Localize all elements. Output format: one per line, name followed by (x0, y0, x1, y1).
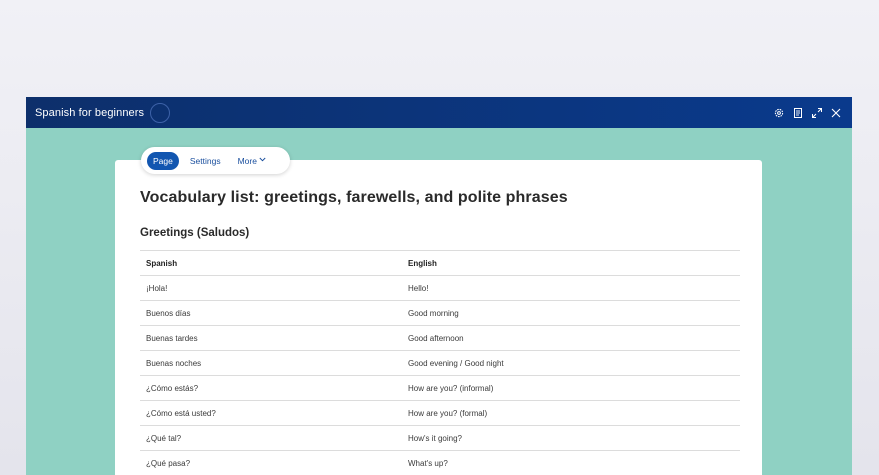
loading-spinner-icon (150, 102, 171, 123)
english-cell: How are you? (informal) (402, 375, 740, 401)
table-row: ¿Qué pasa? What's up? (140, 450, 740, 475)
table-row: Buenas noches Good evening / Good night (140, 350, 740, 376)
english-cell: How's it going? (402, 425, 740, 451)
tab-more[interactable]: More (232, 152, 272, 170)
table-row: ¿Qué tal? How's it going? (140, 425, 740, 451)
english-cell: How are you? (formal) (402, 400, 740, 426)
english-cell: Good morning (402, 300, 740, 326)
gear-icon[interactable] (773, 107, 785, 119)
english-cell: Hello! (402, 275, 740, 301)
spanish-cell: ¿Qué tal? (140, 425, 402, 451)
english-cell: Good evening / Good night (402, 350, 740, 376)
page-tab-bar: Page Settings More (141, 147, 290, 174)
english-cell: Good afternoon (402, 325, 740, 351)
spanish-cell: ¿Qué pasa? (140, 450, 402, 475)
spanish-cell: ¡Hola! (140, 275, 402, 301)
page-title: Vocabulary list: greetings, farewells, a… (140, 189, 568, 206)
app-title: Spanish for beginners (35, 106, 145, 119)
table-row: ¿Cómo está usted? How are you? (formal) (140, 400, 740, 426)
document-icon[interactable] (792, 107, 804, 119)
spanish-cell: ¿Cómo está usted? (140, 400, 402, 426)
expand-icon[interactable] (811, 107, 823, 119)
table-header-row: Spanish English (140, 250, 740, 276)
english-cell: What's up? (402, 450, 740, 475)
spanish-cell: Buenas noches (140, 350, 402, 376)
vocabulary-table: Spanish English ¡Hola! Hello! Buenos días… (140, 250, 740, 475)
spanish-cell: ¿Cómo estás? (140, 375, 402, 401)
close-icon[interactable] (830, 107, 842, 119)
title-bar: Spanish for beginners (26, 97, 852, 128)
table-row: Buenas tardes Good afternoon (140, 325, 740, 351)
tab-settings[interactable]: Settings (184, 152, 227, 170)
table-row: Buenos días Good morning (140, 300, 740, 326)
column-header-spanish: Spanish (140, 250, 402, 276)
table-row: ¡Hola! Hello! (140, 275, 740, 301)
spanish-cell: Buenos días (140, 300, 402, 326)
app-window: Spanish for beginners Page Settings More (26, 97, 852, 475)
tab-page[interactable]: Page (147, 151, 179, 170)
column-header-english: English (402, 250, 740, 276)
tab-page-label: Page (153, 155, 173, 166)
section-title: Greetings (Saludos) (140, 227, 250, 239)
table-row: ¿Cómo estás? How are you? (informal) (140, 375, 740, 401)
chevron-down-icon (259, 157, 266, 164)
spanish-cell: Buenas tardes (140, 325, 402, 351)
tab-settings-label: Settings (189, 155, 221, 166)
tab-more-label: More (237, 155, 257, 166)
